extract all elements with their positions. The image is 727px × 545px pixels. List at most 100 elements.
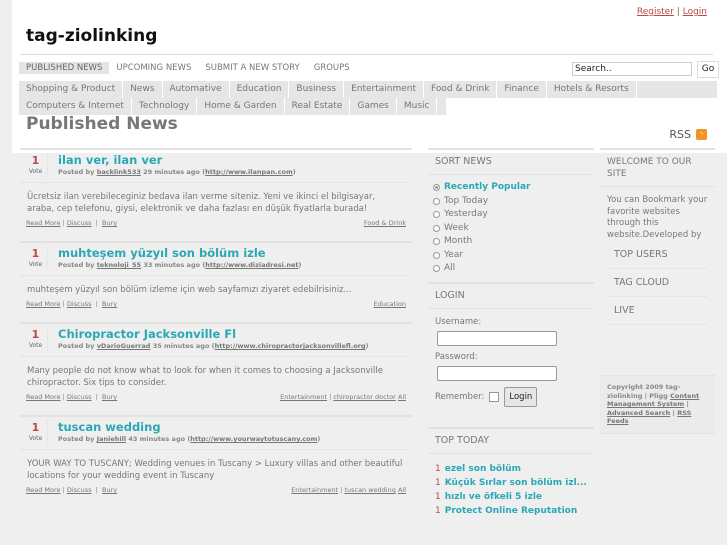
category-tab[interactable]: Shopping & Product <box>19 81 124 98</box>
username-field[interactable] <box>437 330 557 346</box>
search-input[interactable]: Search.. <box>572 62 692 76</box>
top-story-title[interactable]: Protect Online Reputation <box>445 506 578 516</box>
top-story-title[interactable]: hızlı ve öfkeli 5 izle <box>445 492 542 502</box>
vote-box[interactable]: 1 Vote <box>28 154 48 177</box>
nav-groups[interactable]: GROUPS <box>307 62 357 74</box>
top-story-title[interactable]: ezel son bölüm <box>445 464 521 474</box>
vote-box[interactable]: 1 Vote <box>28 247 48 270</box>
separator: | <box>676 7 680 17</box>
source-url[interactable]: http://www.ilanpan.com <box>205 168 293 176</box>
top-users-link[interactable]: TOP USERS <box>608 241 707 269</box>
category-link[interactable]: Food & Drink <box>364 219 406 227</box>
all-tags-link[interactable]: All <box>398 486 406 494</box>
search-go-button[interactable]: Go <box>697 61 719 78</box>
nav-upcoming-news[interactable]: UPCOMING NEWS <box>109 62 198 74</box>
category-tab[interactable]: News <box>123 81 163 98</box>
login-button[interactable]: Login <box>504 386 538 407</box>
vote-box[interactable]: 1 Vote <box>28 421 48 444</box>
category-tab[interactable]: Computers & Internet <box>19 98 132 115</box>
radio-icon[interactable] <box>433 197 440 205</box>
category-tab[interactable]: Automative <box>163 81 230 98</box>
radio-icon[interactable] <box>433 251 440 259</box>
radio-icon[interactable] <box>433 238 440 246</box>
top-story-title[interactable]: Küçük Sırlar son bölüm izl... <box>445 478 587 488</box>
source-url[interactable]: http://www.diziadresi.net <box>205 261 298 269</box>
story-list: 1 Vote ilan ver, ilan ver Posted by backlin… <box>20 148 412 508</box>
category-tab[interactable]: Entertainment <box>344 81 425 98</box>
posted-by: Posted by <box>58 435 95 443</box>
story-title[interactable]: ilan ver, ilan ver <box>58 154 296 167</box>
vote-box[interactable]: 1 Vote <box>28 328 48 351</box>
live-link[interactable]: LIVE <box>608 297 707 325</box>
tags-link[interactable]: tuscan wedding <box>344 486 395 494</box>
author-link[interactable]: Janiehill <box>97 435 126 443</box>
nav-published-news[interactable]: PUBLISHED NEWS <box>19 62 110 74</box>
rss-link[interactable]: RSS ◝ <box>669 128 707 141</box>
author-link[interactable]: backlink533 <box>97 168 141 176</box>
sort-option[interactable]: Yesterday <box>433 208 588 222</box>
category-tab[interactable]: Food & Drink <box>424 81 498 98</box>
radio-icon[interactable] <box>433 224 440 232</box>
bury-link[interactable]: Bury <box>102 393 117 401</box>
category-tab[interactable]: Hotels & Resorts <box>547 81 637 98</box>
sort-option[interactable]: Recently Popular <box>433 181 588 195</box>
posted-by: Posted by <box>58 261 95 269</box>
discuss-link[interactable]: Discuss <box>67 300 92 308</box>
register-link[interactable]: Register <box>637 7 674 17</box>
discuss-link[interactable]: Discuss <box>67 219 92 227</box>
story-title[interactable]: muhteşem yüzyıl son bölüm izle <box>58 247 301 260</box>
category-tab[interactable]: Real Estate <box>285 98 351 115</box>
radio-icon[interactable] <box>433 211 440 219</box>
category-link[interactable]: Entertainment <box>280 393 327 401</box>
top-today-item[interactable]: 1 Küçük Sırlar son bölüm izl... <box>435 476 587 490</box>
bury-link[interactable]: Bury <box>102 486 117 494</box>
top-today-item[interactable]: 1 Protect Online Reputation <box>435 504 587 518</box>
tag-cloud-link[interactable]: TAG CLOUD <box>608 269 707 297</box>
vote-count: 1 <box>31 154 40 167</box>
password-field[interactable] <box>437 365 557 381</box>
category-tab[interactable]: Home & Garden <box>197 98 285 115</box>
read-more-link[interactable]: Read More <box>26 393 61 401</box>
top-today-item[interactable]: 1 ezel son bölüm <box>435 462 587 476</box>
login-link[interactable]: Login <box>683 7 707 17</box>
bury-link[interactable]: Bury <box>102 219 117 227</box>
read-more-link[interactable]: Read More <box>26 486 61 494</box>
category-tab[interactable]: Music <box>397 98 438 115</box>
category-link[interactable]: Entertainment <box>291 486 338 494</box>
category-link[interactable]: Education <box>374 300 406 308</box>
bury-link[interactable]: Bury <box>102 300 117 308</box>
story-meta: Posted by teknoloji_55 33 minutes ago (h… <box>58 261 302 269</box>
sort-option[interactable]: Year <box>433 249 588 263</box>
remember-checkbox[interactable] <box>489 391 500 402</box>
read-more-link[interactable]: Read More <box>26 300 61 308</box>
category-tab[interactable]: Education <box>230 81 290 98</box>
source-url[interactable]: http://www.yourwaytotuscany.com <box>190 435 317 443</box>
sort-option[interactable]: Week <box>433 222 588 236</box>
read-more-link[interactable]: Read More <box>26 219 61 227</box>
tags-link[interactable]: chiropractor doctor <box>333 393 396 401</box>
author-link[interactable]: vDarioGuerrad <box>97 342 151 350</box>
nav-submit-story[interactable]: SUBMIT A NEW STORY <box>198 62 306 74</box>
discuss-link[interactable]: Discuss <box>67 393 92 401</box>
radio-icon[interactable] <box>433 265 440 273</box>
site-title[interactable]: tag-ziolinking <box>26 26 157 46</box>
category-tab[interactable]: Technology <box>132 98 198 115</box>
top-today-heading: TOP TODAY <box>428 426 594 454</box>
story-description: muhteşem yüzyıl son bölüm izleme için we… <box>27 285 352 295</box>
sort-option[interactable]: Month <box>433 235 588 249</box>
category-tab[interactable]: Business <box>289 81 345 98</box>
source-url[interactable]: http://www.chiropractorjacksonvillefl.or… <box>215 342 366 350</box>
advanced-search-link[interactable]: Advanced Search <box>607 409 670 417</box>
author-link[interactable]: teknoloji_55 <box>97 261 141 269</box>
discuss-link[interactable]: Discuss <box>67 486 92 494</box>
story-title[interactable]: tuscan wedding <box>58 421 320 434</box>
category-tab[interactable]: Finance <box>497 81 547 98</box>
sort-option[interactable]: All <box>433 262 588 276</box>
top-today-item[interactable]: 1 hızlı ve öfkeli 5 izle <box>435 490 587 504</box>
story-title[interactable]: Chiropractor Jacksonville Fl <box>58 328 369 341</box>
category-tab[interactable]: Games <box>350 98 397 115</box>
all-tags-link[interactable]: All <box>398 393 406 401</box>
sort-option-label: Month <box>444 236 473 246</box>
radio-icon[interactable] <box>433 184 440 192</box>
sort-option[interactable]: Top Today <box>433 195 588 209</box>
